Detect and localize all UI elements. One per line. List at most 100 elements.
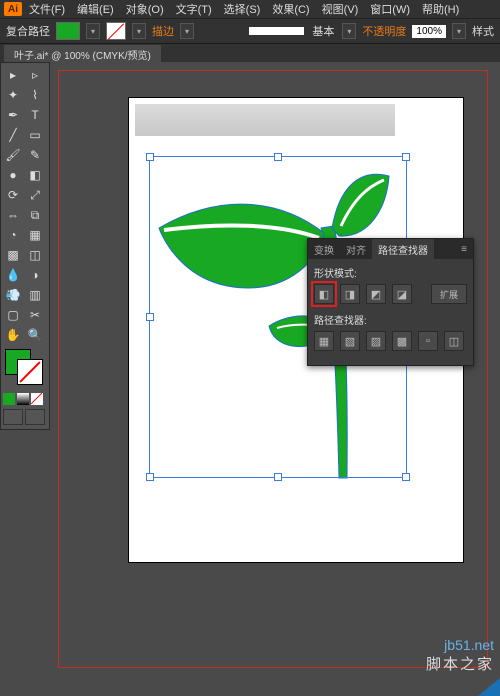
rectangle-tool[interactable]: ▭ <box>25 126 45 144</box>
opacity-dropdown-icon[interactable]: ▾ <box>452 23 466 39</box>
menu-select[interactable]: 选择(S) <box>219 1 266 17</box>
magic-wand-tool[interactable]: ✦ <box>3 86 23 104</box>
menu-effect[interactable]: 效果(C) <box>267 1 314 17</box>
crop-button[interactable]: ▩ <box>392 331 412 351</box>
brush-dropdown-icon[interactable]: ▾ <box>342 23 356 39</box>
symbol-sprayer-tool[interactable]: 💨 <box>3 286 23 304</box>
expand-button[interactable]: 扩展 <box>431 284 467 304</box>
pencil-tool[interactable]: ✎ <box>25 146 45 164</box>
canvas-area[interactable] <box>50 62 496 676</box>
stroke-weight-dropdown[interactable]: ▾ <box>180 23 194 39</box>
watermark-url: jb51.net <box>426 637 494 653</box>
mesh-tool[interactable]: ▩ <box>3 246 23 264</box>
exclude-button[interactable]: ◪ <box>392 284 412 304</box>
handle-nw[interactable] <box>146 153 154 161</box>
stroke-dropdown-icon[interactable]: ▾ <box>132 23 146 39</box>
handle-w[interactable] <box>146 313 154 321</box>
menu-type[interactable]: 文字(T) <box>171 1 217 17</box>
color-mode-none[interactable] <box>31 393 43 405</box>
color-mode-color[interactable] <box>3 393 15 405</box>
width-tool[interactable]: ⇔ <box>3 206 23 224</box>
color-mode-gradient[interactable] <box>17 393 29 405</box>
divide-button[interactable]: ▦ <box>314 331 334 351</box>
handle-ne[interactable] <box>402 153 410 161</box>
minus-back-button[interactable]: ◫ <box>444 331 464 351</box>
panel-body: 形状模式: ◧ ◨ ◩ ◪ 扩展 路径查找器: ▦ ▧ ▨ ▩ ▫ ◫ <box>308 259 473 365</box>
hand-tool[interactable]: ✋ <box>3 326 23 344</box>
unite-button[interactable]: ◧ <box>314 284 334 304</box>
menu-window[interactable]: 窗口(W) <box>365 1 415 17</box>
watermark-text: 脚本之家 <box>426 653 494 674</box>
line-tool[interactable]: ╱ <box>3 126 23 144</box>
control-bar: 复合路径 ▾ ▾ 描边 ▾ 基本 ▾ 不透明度 100% ▾ 样式 <box>0 18 500 43</box>
fill-swatch[interactable] <box>56 22 80 40</box>
menu-file[interactable]: 文件(F) <box>24 1 70 17</box>
tool-panel: ▸ ▹ ✦ ⌇ ✒ T ╱ ▭ 🖌 ✎ ● ◧ ⟳ ⤢ ⇔ ⧉ ◔ ▦ ▩ ◫ … <box>0 62 50 430</box>
tab-pathfinder[interactable]: 路径查找器 <box>372 239 434 260</box>
brush-preview[interactable] <box>249 27 304 35</box>
watermark: jb51.net 脚本之家 <box>426 637 494 674</box>
document-tab-bar: 叶子.ai* @ 100% (CMYK/预览) <box>0 43 500 64</box>
screen-mode-normal[interactable] <box>3 409 23 425</box>
menu-edit[interactable]: 编辑(E) <box>72 1 119 17</box>
document-tab[interactable]: 叶子.ai* @ 100% (CMYK/预览) <box>4 45 161 64</box>
zoom-tool[interactable]: 🔍 <box>25 326 45 344</box>
workspace: ▸ ▹ ✦ ⌇ ✒ T ╱ ▭ 🖌 ✎ ● ◧ ⟳ ⤢ ⇔ ⧉ ◔ ▦ ▩ ◫ … <box>0 62 500 696</box>
stroke-color-square[interactable] <box>17 359 43 385</box>
handle-n[interactable] <box>274 153 282 161</box>
perspective-tool[interactable]: ▦ <box>25 226 45 244</box>
stroke-label[interactable]: 描边 <box>152 23 174 39</box>
gradient-tool[interactable]: ◫ <box>25 246 45 264</box>
minus-front-button[interactable]: ◨ <box>340 284 360 304</box>
paintbrush-tool[interactable]: 🖌 <box>3 146 23 164</box>
slice-tool[interactable]: ✂ <box>25 306 45 324</box>
screen-mode-row <box>3 409 47 425</box>
eyedropper-tool[interactable]: 💧 <box>3 266 23 284</box>
tab-align[interactable]: 对齐 <box>340 239 372 260</box>
free-transform-tool[interactable]: ⧉ <box>25 206 45 224</box>
screen-mode-toggle[interactable] <box>25 409 45 425</box>
fill-stroke-control[interactable] <box>3 349 47 387</box>
opacity-value[interactable]: 100% <box>412 25 446 38</box>
color-mode-row <box>3 393 47 405</box>
eraser-tool[interactable]: ◧ <box>25 166 45 184</box>
brush-basic-label[interactable]: 基本 <box>310 23 336 39</box>
blob-brush-tool[interactable]: ● <box>3 166 23 184</box>
panel-menu-icon[interactable]: ≡ <box>455 244 473 255</box>
handle-se[interactable] <box>402 473 410 481</box>
handle-sw[interactable] <box>146 473 154 481</box>
style-label[interactable]: 样式 <box>472 23 494 39</box>
fill-dropdown-icon[interactable]: ▾ <box>86 23 100 39</box>
pen-tool[interactable]: ✒ <box>3 106 23 124</box>
handle-s[interactable] <box>274 473 282 481</box>
shape-builder-tool[interactable]: ◔ <box>3 226 23 244</box>
app-icon: Ai <box>4 2 22 16</box>
corner-fold-icon <box>478 678 500 696</box>
intersect-button[interactable]: ◩ <box>366 284 386 304</box>
merge-button[interactable]: ▨ <box>366 331 386 351</box>
direct-selection-tool[interactable]: ▹ <box>25 66 45 84</box>
pathfinder-panel[interactable]: 变换 对齐 路径查找器 ≡ 形状模式: ◧ ◨ ◩ ◪ 扩展 路径查找器: ▦ … <box>307 238 474 366</box>
stroke-swatch[interactable] <box>106 22 126 40</box>
menu-bar: Ai 文件(F) 编辑(E) 对象(O) 文字(T) 选择(S) 效果(C) 视… <box>0 0 500 18</box>
trim-button[interactable]: ▧ <box>340 331 360 351</box>
selection-tool[interactable]: ▸ <box>3 66 23 84</box>
menu-help[interactable]: 帮助(H) <box>417 1 464 17</box>
graph-tool[interactable]: ▥ <box>25 286 45 304</box>
panel-tab-strip: 变换 对齐 路径查找器 ≡ <box>308 239 473 259</box>
lasso-tool[interactable]: ⌇ <box>25 86 45 104</box>
rotate-tool[interactable]: ⟳ <box>3 186 23 204</box>
tab-transform[interactable]: 变换 <box>308 239 340 260</box>
selection-type-label: 复合路径 <box>6 23 50 39</box>
menu-view[interactable]: 视图(V) <box>317 1 364 17</box>
outline-button[interactable]: ▫ <box>418 331 438 351</box>
pathfinder-section-label: 路径查找器: <box>314 312 467 327</box>
shape-mode-row: ◧ ◨ ◩ ◪ 扩展 <box>314 284 467 304</box>
artboard-tool[interactable]: ▢ <box>3 306 23 324</box>
shape-mode-label: 形状模式: <box>314 265 467 280</box>
opacity-label[interactable]: 不透明度 <box>362 23 406 39</box>
scale-tool[interactable]: ⤢ <box>25 186 45 204</box>
menu-object[interactable]: 对象(O) <box>121 1 169 17</box>
type-tool[interactable]: T <box>25 106 45 124</box>
blend-tool[interactable]: ◑ <box>25 266 45 284</box>
